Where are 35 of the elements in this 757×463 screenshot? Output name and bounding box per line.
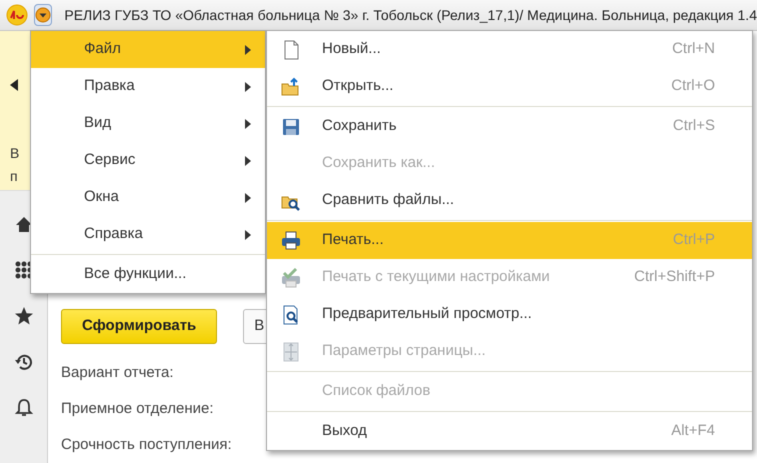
shortcut-text: Ctrl+P	[672, 230, 715, 250]
menu-item[interactable]: Справка	[31, 216, 265, 253]
menu-item[interactable]: Открыть... Ctrl+O	[267, 68, 752, 105]
bell-icon[interactable]	[14, 398, 34, 418]
menu-item[interactable]: Файл	[31, 31, 265, 68]
menu-item[interactable]: Сравнить файлы...	[267, 182, 752, 219]
generate-button[interactable]: Сформировать	[61, 309, 218, 344]
menu-item[interactable]: Окна	[31, 179, 265, 216]
page-setup-icon	[281, 342, 301, 362]
field-label: Приемное отделение:	[61, 398, 214, 419]
shortcut-text: Ctrl+S	[672, 116, 715, 136]
menu-item[interactable]: Новый... Ctrl+N	[267, 31, 752, 68]
info-text: п	[10, 167, 19, 186]
menu-item[interactable]: Печать... Ctrl+P	[267, 222, 752, 259]
menu-item[interactable]: Выход Alt+F4	[267, 413, 752, 450]
field-label: Вариант отчета:	[61, 363, 174, 384]
menu-item[interactable]: Правка	[31, 68, 265, 105]
open-folder-icon	[281, 76, 301, 96]
menu-item[interactable]: Вид	[31, 105, 265, 142]
shortcut-text: Alt+F4	[671, 421, 715, 442]
printer-icon	[281, 230, 301, 250]
star-icon[interactable]	[14, 306, 34, 326]
menu-button[interactable]	[34, 4, 52, 26]
menu-item[interactable]: Все функции...	[31, 256, 265, 293]
window-title: РЕЛИЗ ГУБЗ ТО «Областная больница № 3» г. Тобольск (Релиз_17,1)/ Медицина. Больница, редакция 1.4	[64, 6, 757, 25]
printer-check-icon	[281, 268, 301, 288]
history-icon[interactable]	[14, 352, 34, 372]
logo-icon	[6, 4, 28, 26]
shortcut-text: Ctrl+Shift+P	[634, 267, 715, 288]
field-label: Срочность поступления:	[61, 434, 232, 455]
info-text: В	[10, 144, 20, 163]
shortcut-text: Ctrl+N	[672, 39, 715, 60]
menu-item[interactable]: Сохранить Ctrl+S	[267, 108, 752, 145]
menu-item[interactable]: Сервис	[31, 142, 265, 179]
shortcut-text: Ctrl+O	[671, 76, 715, 96]
